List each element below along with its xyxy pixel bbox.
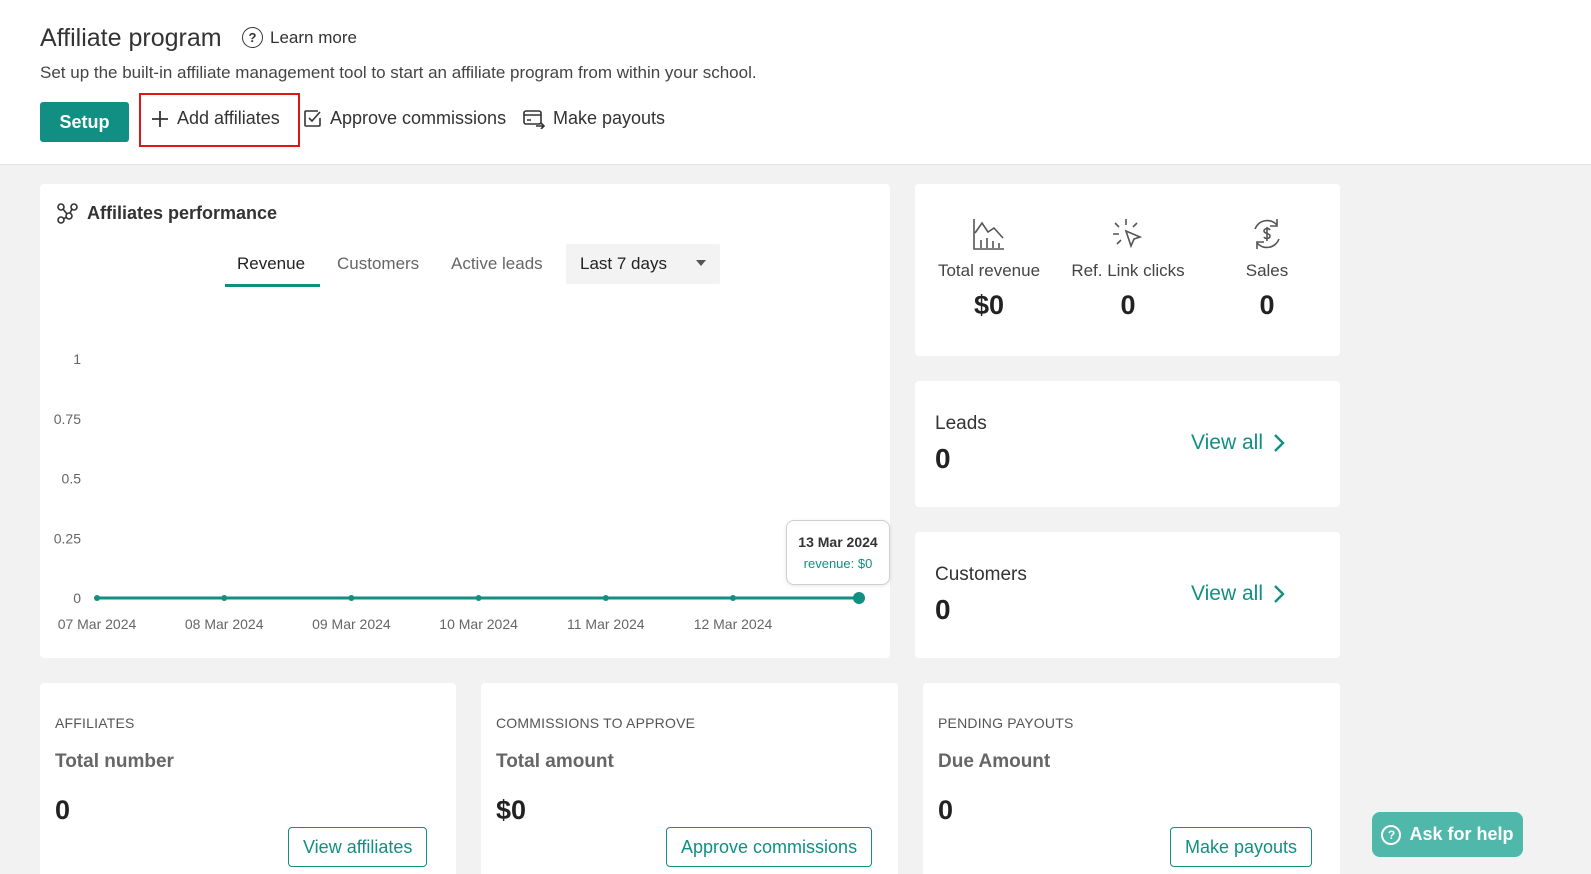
learn-more-link[interactable]: ? Learn more <box>242 27 357 48</box>
chevron-right-icon <box>1274 434 1285 452</box>
add-affiliates-label: Add affiliates <box>177 108 280 128</box>
customers-label: Customers <box>935 564 1027 585</box>
ask-for-help-button[interactable]: ? Ask for help <box>1372 812 1523 857</box>
checkbox-icon <box>304 110 321 127</box>
y-tick-label: 0.5 <box>62 471 82 487</box>
view-all-label: View all <box>1191 431 1263 454</box>
stat-label: Total revenue <box>937 261 1041 280</box>
approve-commissions-action[interactable]: Approve commissions <box>303 108 506 129</box>
revenue-chart: 1 0.75 0.5 0.25 0 07 Mar 2024 08 Mar 2024 09 Ma… <box>54 351 865 632</box>
leads-view-all-link[interactable]: View all <box>1191 431 1285 455</box>
payouts-heading: PENDING PAYOUTS <box>938 715 1074 731</box>
stat-value: 0 <box>1259 290 1275 320</box>
payouts-card: PENDING PAYOUTS Due Amount 0 Make payout… <box>923 683 1340 874</box>
chevron-right-icon <box>1274 585 1285 603</box>
leads-label: Leads <box>935 413 987 434</box>
dollar-cycle-icon <box>1197 214 1337 254</box>
customers-view-all-link[interactable]: View all <box>1191 582 1285 606</box>
add-affiliates-button[interactable]: Add affiliates <box>151 108 280 129</box>
help-circle-icon: ? <box>242 27 263 48</box>
tooltip-value: revenue: $0 <box>803 556 873 571</box>
plus-icon <box>152 110 168 127</box>
tooltip-date: 13 Mar 2024 <box>798 534 878 550</box>
stat-sales: Sales 0 <box>1197 214 1337 321</box>
make-payouts-button[interactable]: Make payouts <box>1170 827 1313 867</box>
click-icon <box>1058 214 1198 254</box>
commissions-heading: COMMISSIONS TO APPROVE <box>496 715 696 731</box>
learn-more-label: Learn more <box>270 27 357 47</box>
commissions-value: $0 <box>496 795 527 825</box>
chart-icon <box>919 214 1059 254</box>
affiliates-value: 0 <box>55 795 71 825</box>
make-payouts-action[interactable]: Make payouts <box>523 108 665 129</box>
chart-tooltip: 13 Mar 2024 revenue: $0 <box>786 520 890 585</box>
make-payouts-label: Make payouts <box>553 108 666 128</box>
stat-ref-link-clicks: Ref. Link clicks 0 <box>1058 214 1198 321</box>
y-tick-label: 1 <box>73 351 81 367</box>
stat-value: $0 <box>973 290 1005 320</box>
x-tick-label: 07 Mar 2024 <box>58 616 137 632</box>
affiliates-heading: AFFILIATES <box>55 715 135 731</box>
affiliates-subheading: Total number <box>55 751 174 772</box>
setup-button[interactable]: Setup <box>40 102 129 142</box>
approve-commissions-button[interactable]: Approve commissions <box>666 827 873 867</box>
x-tick-label: 11 Mar 2024 <box>567 616 645 632</box>
help-circle-icon: ? <box>1381 824 1402 845</box>
affiliates-card: AFFILIATES Total number 0 View affiliate… <box>40 683 456 874</box>
payouts-value: 0 <box>938 795 954 825</box>
stat-value: 0 <box>1120 290 1136 320</box>
stat-label: Sales <box>1245 261 1289 280</box>
data-point <box>94 595 100 601</box>
customers-value: 0 <box>935 594 951 625</box>
x-tick-label: 12 Mar 2024 <box>694 616 773 632</box>
stat-label: Ref. Link clicks <box>1071 261 1185 280</box>
view-affiliates-button[interactable]: View affiliates <box>288 827 428 867</box>
customers-card: Customers 0 View all <box>915 532 1340 658</box>
data-point <box>475 595 482 601</box>
active-data-point <box>853 592 865 604</box>
summary-stats-card: Total revenue $0 Ref. Link clicks 0 Sale… <box>915 184 1340 356</box>
x-tick-label: 09 Mar 2024 <box>312 616 391 632</box>
page-subtitle: Set up the built-in affiliate management… <box>40 63 757 82</box>
ask-for-help-label: Ask for help <box>1409 824 1514 844</box>
leads-value: 0 <box>935 443 951 474</box>
approve-commissions-label: Approve commissions <box>330 108 507 128</box>
data-point <box>730 595 736 601</box>
x-tick-label: 10 Mar 2024 <box>439 616 518 632</box>
page-header: Affiliate program ? Learn more Set up th… <box>0 0 1591 165</box>
commissions-subheading: Total amount <box>496 751 614 772</box>
payout-card-icon <box>523 109 545 129</box>
y-tick-label: 0 <box>73 590 81 606</box>
payouts-subheading: Due Amount <box>938 751 1051 772</box>
data-point <box>348 595 355 601</box>
affiliates-performance-card: Affiliates performance Revenue Customers… <box>40 184 890 658</box>
stat-total-revenue: Total revenue $0 <box>919 214 1059 321</box>
x-tick-label: 08 Mar 2024 <box>185 616 264 632</box>
commissions-card: COMMISSIONS TO APPROVE Total amount $0 A… <box>481 683 898 874</box>
data-point <box>602 595 609 601</box>
page-title: Affiliate program <box>40 24 222 52</box>
y-tick-label: 0.25 <box>54 530 81 546</box>
view-all-label: View all <box>1191 582 1263 605</box>
data-point <box>221 595 228 601</box>
y-tick-label: 0.75 <box>54 411 81 427</box>
leads-card: Leads 0 View all <box>915 381 1340 507</box>
